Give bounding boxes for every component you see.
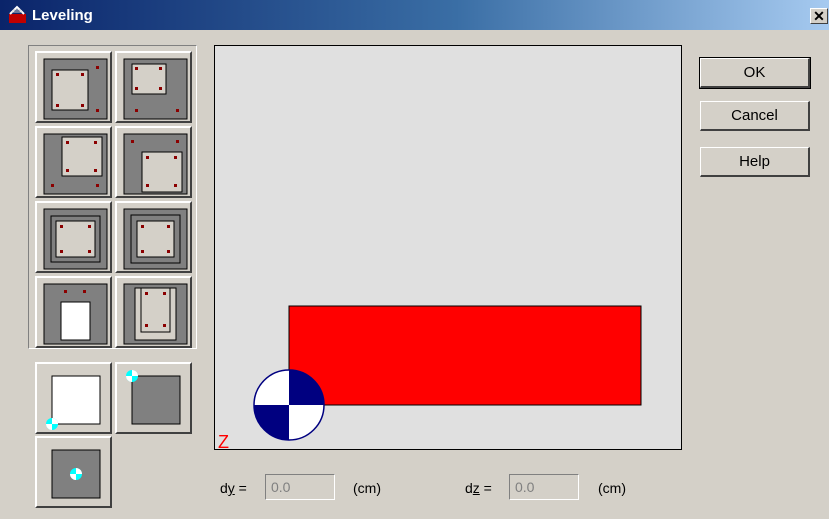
section-shape-5-button[interactable] [35,201,112,273]
align-bottom-left-button[interactable] [35,362,112,434]
z-axis-label: Z [218,432,229,449]
dz-input[interactable] [509,474,579,500]
centroid-icon [253,369,325,441]
cancel-button[interactable]: Cancel [700,101,810,131]
section-rectangle [288,305,642,406]
section-shape-3-button[interactable] [35,126,112,198]
dy-input[interactable] [265,474,335,500]
dz-label-suffix: = [479,480,492,496]
section-shape-8-button[interactable] [115,276,192,348]
align-top-left-button[interactable] [115,362,192,434]
dz-label-key: z [472,480,480,496]
ok-button[interactable]: OK [699,57,811,89]
dy-unit: (cm) [353,480,381,496]
align-center-button[interactable] [35,436,112,508]
window-title: Leveling [32,7,93,24]
dy-label-prefix: d [220,480,228,496]
dz-label-prefix: d [465,480,473,496]
dz-label: dz = [465,480,492,496]
dy-label-key: y [227,480,235,496]
title-bar: Leveling ✕ [0,0,829,30]
section-shape-6-button[interactable] [115,201,192,273]
close-button[interactable]: ✕ [810,8,828,24]
section-shape-4-button[interactable] [115,126,192,198]
cyan-marker-icon [126,370,138,382]
cyan-marker-icon [70,468,82,480]
dy-label-suffix: = [234,480,247,496]
section-shape-1-button[interactable] [35,51,112,123]
section-shape-7-button[interactable] [35,276,112,348]
section-shape-2-button[interactable] [115,51,192,123]
preview-canvas: Z [214,45,682,450]
cyan-marker-icon [46,418,58,430]
dy-label: dy = [220,480,247,496]
dz-unit: (cm) [598,480,626,496]
help-button[interactable]: Help [700,147,810,177]
app-icon [8,5,27,24]
